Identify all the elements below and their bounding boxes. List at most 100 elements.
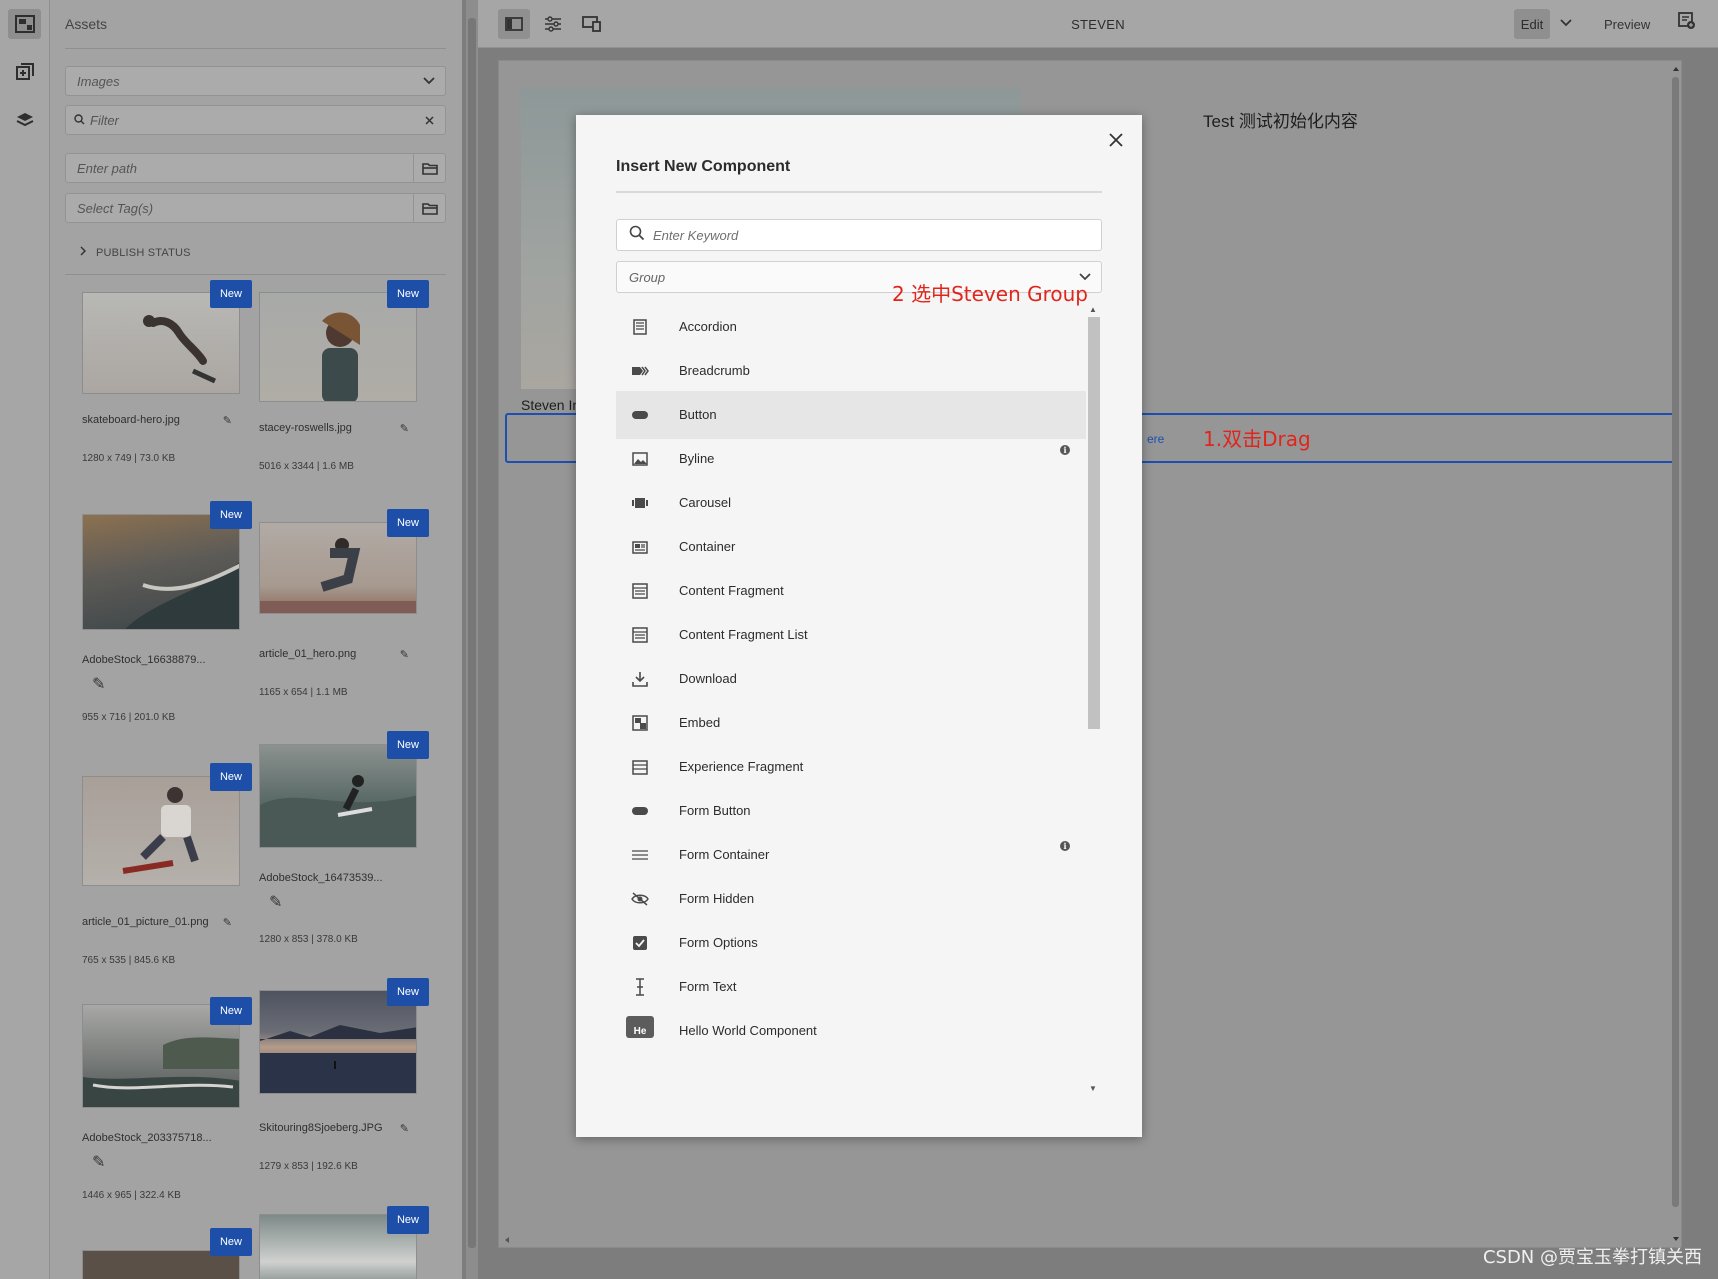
component-item-form-hidden[interactable]: Form Hidden <box>616 875 1086 923</box>
path-field[interactable]: Enter path <box>65 153 446 183</box>
component-label: Experience Fragment <box>679 759 804 774</box>
new-badge: New <box>210 997 252 1025</box>
chevron-down-icon[interactable] <box>1560 14 1572 32</box>
component-item-experience-fragment[interactable]: Experience Fragment <box>616 743 1086 791</box>
component-item-byline[interactable]: Byline i <box>616 435 1086 483</box>
component-item-hello-world[interactable]: He Hello World Component <box>616 1007 1086 1055</box>
layers-icon[interactable] <box>8 105 41 135</box>
edit-icon[interactable]: ✎ <box>269 892 282 912</box>
asset-card[interactable]: article_01_picture_01.png ✎ 765 x 535 | 8… <box>82 776 240 966</box>
close-icon[interactable] <box>1104 128 1128 152</box>
component-label: Form Container <box>679 847 770 862</box>
asset-type-select[interactable]: Images <box>65 66 446 96</box>
info-icon[interactable]: i <box>1060 841 1070 851</box>
edit-icon[interactable]: ✎ <box>92 1152 105 1172</box>
new-badge: New <box>210 501 252 529</box>
asset-card[interactable]: Skitouring8Sjoeberg.JPG ✎ 1279 x 853 | 19… <box>259 990 417 1172</box>
download-icon <box>630 669 650 689</box>
tags-field[interactable]: Select Tag(s) <box>65 193 446 223</box>
assets-icon[interactable] <box>8 9 41 39</box>
canvas-scrollbar[interactable] <box>1669 61 1681 1247</box>
component-item-download[interactable]: Download <box>616 655 1086 703</box>
component-label: Form Button <box>679 803 751 818</box>
page-text[interactable]: Test 测试初始化内容 <box>1203 107 1358 132</box>
annotations-icon[interactable] <box>1678 12 1696 35</box>
component-item-embed[interactable]: Embed <box>616 699 1086 747</box>
accordion-icon <box>630 317 650 337</box>
asset-card[interactable]: AdobeStock_16473539... ✎ 1280 x 853 | 37… <box>259 744 417 945</box>
edit-icon[interactable]: ✎ <box>400 1122 409 1135</box>
edit-icon[interactable]: ✎ <box>223 916 232 929</box>
he-icon-text: He <box>626 1016 654 1038</box>
asset-thumbnail <box>259 292 417 402</box>
edit-icon[interactable]: ✎ <box>400 648 409 661</box>
edit-icon[interactable]: ✎ <box>223 414 232 427</box>
component-label: Form Options <box>679 935 758 950</box>
chevron-down-icon <box>413 67 445 95</box>
info-icon[interactable]: i <box>1060 445 1070 455</box>
divider <box>65 48 446 49</box>
publish-status-toggle[interactable]: PUBLISH STATUS <box>80 246 191 259</box>
asset-meta: 1446 x 965 | 322.4 KB <box>82 1190 181 1201</box>
component-item-form-container[interactable]: Form Container i <box>616 831 1086 879</box>
embed-icon <box>630 713 650 733</box>
component-item-form-button[interactable]: Form Button <box>616 787 1086 835</box>
component-label: Carousel <box>679 495 732 510</box>
text-cursor-icon <box>630 977 650 997</box>
component-item-carousel[interactable]: Carousel <box>616 479 1086 527</box>
component-item-content-fragment[interactable]: Content Fragment <box>616 567 1086 615</box>
folder-icon[interactable] <box>413 194 445 222</box>
panel-scrollbar[interactable] <box>466 0 478 1279</box>
asset-card[interactable]: AdobeStock_16638879... ✎ 955 x 716 | 201… <box>82 514 240 723</box>
component-item-content-fragment-list[interactable]: Content Fragment List <box>616 611 1086 659</box>
new-badge: New <box>210 763 252 791</box>
asset-meta: 765 x 535 | 845.6 KB <box>82 955 176 966</box>
scroll-up-icon[interactable]: ▲ <box>1089 305 1097 314</box>
path-placeholder: Enter path <box>77 160 137 176</box>
mode-edit-button[interactable]: Edit <box>1514 9 1550 39</box>
component-item-button[interactable]: Button <box>616 391 1086 439</box>
publish-status-label: PUBLISH STATUS <box>96 246 191 259</box>
assets-panel: Assets Images Filter Enter path Select T… <box>50 0 462 1279</box>
edit-icon[interactable]: ✎ <box>92 674 105 694</box>
component-item-container[interactable]: Container <box>616 523 1086 571</box>
component-label: Content Fragment <box>679 583 784 598</box>
edit-icon[interactable]: ✎ <box>400 422 409 435</box>
filter-input[interactable]: Filter <box>65 105 446 135</box>
container-icon <box>630 537 650 557</box>
keyword-search-field[interactable] <box>616 219 1102 251</box>
annotation-drag: 1.双击Drag <box>1203 427 1311 451</box>
asset-meta: 5016 x 3344 | 1.6 MB <box>259 461 354 472</box>
component-item-form-options[interactable]: Form Options <box>616 919 1086 967</box>
scroll-down-icon[interactable]: ▼ <box>1089 1084 1097 1093</box>
side-rail <box>0 0 50 1279</box>
clear-icon[interactable] <box>413 106 445 134</box>
asset-card[interactable]: skateboard-hero.jpg ✎ 1280 x 749 | 73.0 K… <box>82 292 240 464</box>
component-item-form-text[interactable]: Form Text <box>616 963 1086 1011</box>
component-label: Form Text <box>679 979 737 994</box>
component-label: Accordion <box>679 319 737 334</box>
asset-meta: 955 x 716 | 201.0 KB <box>82 712 176 723</box>
component-list-scrollbar[interactable]: ▲ ▼ <box>1086 303 1102 1093</box>
form-container-icon <box>630 845 650 865</box>
preview-button[interactable]: Preview <box>1604 17 1650 32</box>
page-caption[interactable]: Steven In <box>521 397 580 413</box>
watermark: CSDN @贾宝玉拳打镇关西 <box>1482 1247 1702 1268</box>
component-item-accordion[interactable]: Accordion <box>616 303 1086 351</box>
asset-card[interactable]: stacey-roswells.jpg ✎ 5016 x 3344 | 1.6 M… <box>259 292 417 472</box>
search-icon <box>629 225 645 246</box>
component-label: Hello World Component <box>679 1023 817 1038</box>
tags-placeholder: Select Tag(s) <box>77 200 154 216</box>
asset-card[interactable]: article_01_hero.png ✎ 1165 x 654 | 1.1 MB <box>259 522 417 698</box>
asset-thumbnail <box>82 776 240 886</box>
asset-name: skateboard-hero.jpg <box>82 414 180 426</box>
component-label: Embed <box>679 715 721 730</box>
keyword-search-input[interactable] <box>653 227 1083 243</box>
asset-meta: 1165 x 654 | 1.1 MB <box>259 687 348 698</box>
components-icon[interactable] <box>8 57 41 87</box>
new-badge: New <box>210 280 252 308</box>
component-item-breadcrumb[interactable]: Breadcrumb <box>616 347 1086 395</box>
asset-name: article_01_picture_01.png <box>82 916 209 928</box>
folder-icon[interactable] <box>413 154 445 182</box>
asset-card[interactable]: AdobeStock_203375718... ✎ 1446 x 965 | 3… <box>82 1004 240 1201</box>
